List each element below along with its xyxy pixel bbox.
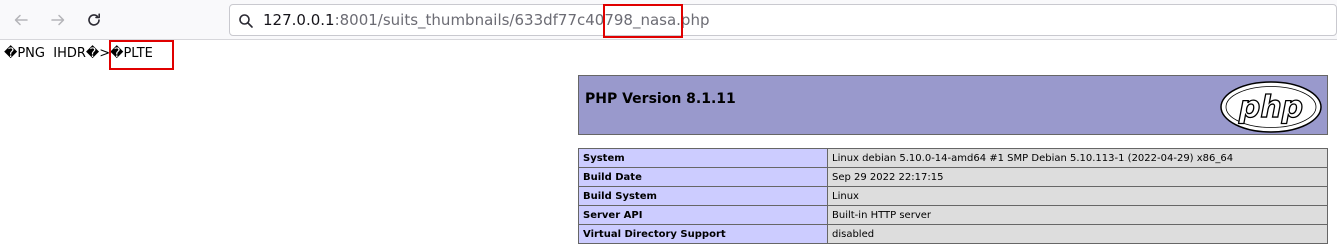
php-info-row: Virtual Directory Support disabled xyxy=(578,224,1328,244)
php-info-key: System xyxy=(578,148,828,168)
url-highlight-box xyxy=(603,4,683,38)
php-logo-icon: php xyxy=(1220,81,1322,133)
phpinfo-panel: PHP Version 8.1.11 php System Linux debia… xyxy=(578,75,1328,244)
php-info-value: disabled xyxy=(827,224,1328,244)
php-info-value: Linux debian 5.10.0-14-amd64 #1 SMP Debi… xyxy=(827,148,1328,168)
php-info-row: Build System Linux xyxy=(578,186,1328,206)
forward-button[interactable] xyxy=(46,8,70,32)
php-info-value: Built-in HTTP server xyxy=(827,205,1328,225)
php-info-value: Sep 29 2022 22:17:15 xyxy=(827,167,1328,187)
reload-icon xyxy=(88,13,100,26)
search-icon xyxy=(239,14,253,28)
php-info-row: Build Date Sep 29 2022 22:17:15 xyxy=(578,167,1328,187)
arrow-left-icon xyxy=(14,14,28,26)
php-version-title: PHP Version 8.1.11 xyxy=(585,91,736,107)
php-info-key: Build Date xyxy=(578,167,828,187)
raw-png-header: �PNG IHDR�> xyxy=(4,46,111,61)
url-bar[interactable]: 127.0.0.1:8001/suits_thumbnails/633df77c… xyxy=(229,4,1337,36)
php-info-row: System Linux debian 5.10.0-14-amd64 #1 SM… xyxy=(578,148,1328,168)
php-info-key: Build System xyxy=(578,186,828,206)
svg-text:php: php xyxy=(1238,90,1303,125)
php-info-value: Linux xyxy=(827,186,1328,206)
url-host: 127.0.0.1 xyxy=(263,11,335,29)
php-info-key: Virtual Directory Support xyxy=(578,224,828,244)
php-info-row: Server API Built-in HTTP server xyxy=(578,205,1328,225)
php-info-table: System Linux debian 5.10.0-14-amd64 #1 SM… xyxy=(578,148,1328,244)
arrow-right-icon xyxy=(51,14,65,26)
plte-highlight-box xyxy=(109,40,174,70)
php-header: PHP Version 8.1.11 php xyxy=(578,75,1328,135)
reload-button[interactable] xyxy=(82,8,106,32)
back-button[interactable] xyxy=(9,8,33,32)
php-info-key: Server API xyxy=(578,205,828,225)
